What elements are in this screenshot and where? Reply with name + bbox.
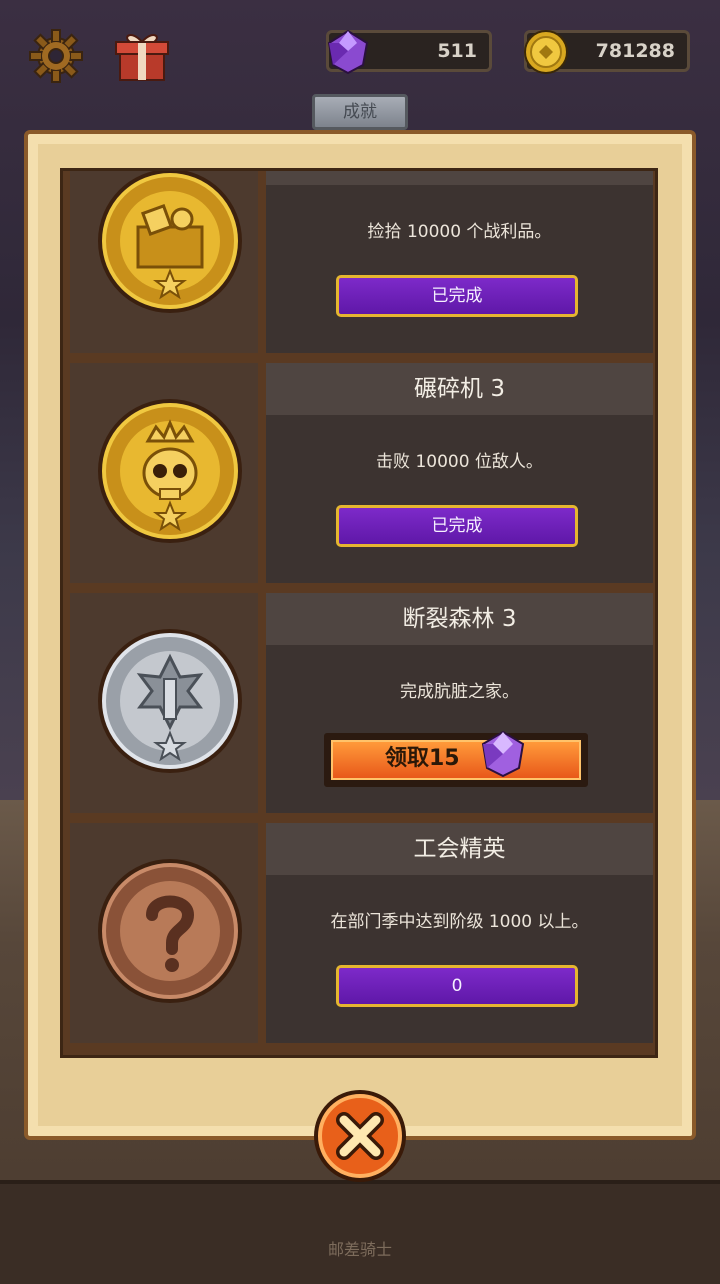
gem-count: 511 [437, 40, 477, 62]
achievement-list[interactable]: 能达谢礼 3 捡拾 10000 个战利品。 已完成 碾碎机 3 击败 10000… [60, 168, 658, 1058]
claim-button-label: 领取15 [385, 746, 460, 771]
achievement-row: 能达谢礼 3 捡拾 10000 个战利品。 已完成 [70, 171, 653, 353]
achievement-desc: 在部门季中达到阶级 1000 以上。 [330, 912, 589, 932]
achievement-info: 碾碎机 3 击败 10000 位敌人。 已完成 [266, 363, 653, 583]
purple-gem-icon [327, 29, 369, 75]
silver-forest-medal-icon [98, 629, 242, 773]
floor-strip [0, 1180, 720, 1284]
gold-skull-medal-icon [98, 399, 242, 543]
achievement-desc: 完成肮脏之家。 [400, 682, 519, 702]
close-button-icon[interactable] [312, 1088, 408, 1184]
completed-button[interactable]: 已完成 [336, 275, 578, 317]
achievement-row: 断裂森林 3 完成肮脏之家。 领取15 [70, 593, 653, 813]
medal-cell [70, 171, 262, 353]
claim-reward-button[interactable]: 领取15 [324, 730, 588, 787]
achievement-desc: 击败 10000 位敌人。 [376, 452, 543, 472]
completed-button[interactable]: 已完成 [336, 505, 578, 547]
achievement-desc: 捡拾 10000 个战利品。 [367, 222, 552, 242]
tab-achievements[interactable]: 成就 [312, 94, 408, 130]
gold-counter: 781288 [524, 30, 690, 74]
achievement-info: 能达谢礼 3 捡拾 10000 个战利品。 已完成 [266, 171, 653, 353]
achievement-row: 碾碎机 3 击败 10000 位敌人。 已完成 [70, 363, 653, 583]
gift-box-icon[interactable] [114, 28, 170, 84]
gold-count: 781288 [595, 40, 675, 62]
gem-counter: 511 [326, 29, 492, 75]
bronze-question-medal-icon [98, 859, 242, 1003]
achievement-info: 断裂森林 3 完成肮脏之家。 领取15 [266, 593, 653, 813]
achievement-title: 工会精英 [266, 823, 653, 875]
settings-gear-icon[interactable] [28, 28, 84, 84]
achievement-title: 断裂森林 3 [266, 593, 653, 645]
achievement-row: 工会精英 在部门季中达到阶级 1000 以上。 0 [70, 823, 653, 1043]
gold-loot-medal-icon [98, 171, 242, 313]
medal-cell [70, 593, 262, 813]
gold-coin-icon [524, 30, 568, 74]
progress-button[interactable]: 0 [336, 965, 578, 1007]
character-name: 邮差骑士 [327, 1240, 392, 1259]
medal-cell [70, 823, 262, 1043]
achievement-info: 工会精英 在部门季中达到阶级 1000 以上。 0 [266, 823, 653, 1043]
achievement-title: 能达谢礼 3 [266, 171, 653, 185]
achievement-title: 碾碎机 3 [266, 363, 653, 415]
purple-gem-icon [481, 730, 525, 778]
medal-cell [70, 363, 262, 583]
